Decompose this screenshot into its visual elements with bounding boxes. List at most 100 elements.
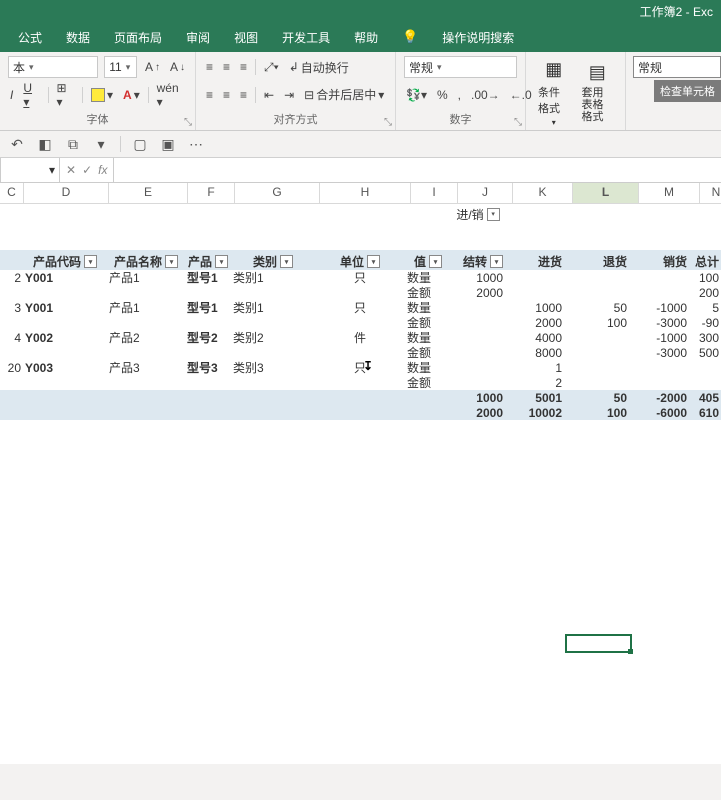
cell[interactable]: 类别3 bbox=[231, 359, 315, 376]
fx-icon[interactable]: fx bbox=[98, 163, 107, 177]
tell-me[interactable]: 操作说明搜索 bbox=[442, 29, 514, 46]
font-family-select[interactable]: 本▾ bbox=[8, 56, 98, 78]
cell[interactable]: 类别1 bbox=[231, 299, 315, 316]
formula-input[interactable] bbox=[113, 158, 721, 182]
qa-btn-4[interactable]: ▢ bbox=[131, 135, 149, 153]
italic-button[interactable]: I bbox=[8, 87, 15, 103]
qa-btn-3[interactable]: ▾ bbox=[92, 135, 110, 153]
cell[interactable]: 300 bbox=[689, 331, 721, 345]
filter-dropdown-icon[interactable]: ▾ bbox=[215, 255, 228, 268]
pivot-header-cell[interactable]: 退货 bbox=[564, 253, 629, 270]
filter-dropdown-icon[interactable]: ▾ bbox=[367, 255, 380, 268]
cell[interactable]: 产品1 bbox=[107, 269, 185, 286]
cell[interactable]: 5 bbox=[689, 301, 721, 315]
cell[interactable]: 100 bbox=[564, 406, 629, 420]
cell[interactable]: 2000 bbox=[451, 406, 505, 420]
cell[interactable]: 只 bbox=[315, 299, 405, 316]
underline-button[interactable]: U ▾ bbox=[21, 80, 41, 110]
cell[interactable]: 类别2 bbox=[231, 329, 315, 346]
qa-btn-5[interactable]: ▣ bbox=[159, 135, 177, 153]
incr-decimal-button[interactable]: .00→ bbox=[469, 87, 502, 103]
cell[interactable]: 610 bbox=[689, 406, 721, 420]
column-header[interactable]: G bbox=[235, 183, 320, 203]
cell[interactable]: 8000 bbox=[505, 346, 564, 360]
pivot-data-row[interactable]: 金额 2 bbox=[0, 375, 721, 390]
orientation-button[interactable]: ⤢▾ bbox=[262, 59, 281, 76]
qa-btn-1[interactable]: ◧ bbox=[36, 135, 54, 153]
cell[interactable]: 2000 bbox=[451, 286, 505, 300]
column-header[interactable]: C bbox=[0, 183, 24, 203]
fill-color-button[interactable]: ▾ bbox=[89, 87, 115, 103]
align-top-button[interactable]: ≡ bbox=[204, 59, 215, 75]
cell[interactable]: 10002 bbox=[505, 406, 564, 420]
cell[interactable]: 2 bbox=[505, 376, 564, 390]
cell[interactable]: -90 bbox=[689, 316, 721, 330]
cell[interactable]: 型号1 bbox=[185, 299, 231, 316]
qa-btn-more[interactable]: ⋯ bbox=[187, 135, 205, 153]
number-format-select[interactable]: 常规▾ bbox=[404, 56, 517, 78]
border-button[interactable]: ⊞ ▾ bbox=[55, 80, 77, 110]
dialog-launcher-icon[interactable]: ⤡ bbox=[384, 117, 392, 128]
cell[interactable]: 20 bbox=[0, 361, 23, 375]
column-header[interactable]: D bbox=[24, 183, 109, 203]
cell[interactable]: 405 bbox=[689, 391, 721, 405]
pivot-header-cell[interactable]: 产品代码▾ bbox=[23, 253, 107, 270]
cell[interactable]: 500 bbox=[689, 346, 721, 360]
tab-layout[interactable]: 页面布局 bbox=[114, 29, 162, 46]
worksheet[interactable]: 进/销▾产品代码▾产品名称▾产品▾类别▾单位▾值▾结转▾进货退货销货总计 2Y0… bbox=[0, 204, 721, 764]
cell[interactable]: -1000 bbox=[629, 301, 689, 315]
cell[interactable]: 1000 bbox=[451, 391, 505, 405]
table-format-button[interactable]: ▤ 套用 表格格式 bbox=[578, 61, 618, 123]
pivot-header-cell[interactable]: 产品名称▾ bbox=[107, 253, 185, 270]
cell[interactable]: Y001 bbox=[23, 301, 107, 315]
tab-formulas[interactable]: 公式 bbox=[18, 29, 42, 46]
filter-dropdown-icon[interactable]: ▾ bbox=[429, 255, 442, 268]
pivot-total-row[interactable]: 200010002100-6000610 bbox=[0, 405, 721, 420]
cell[interactable]: -3000 bbox=[629, 316, 689, 330]
pivot-header-cell[interactable]: 产品▾ bbox=[185, 253, 231, 270]
cell[interactable]: -2000 bbox=[629, 391, 689, 405]
pivot-total-row[interactable]: 1000500150-2000405 bbox=[0, 390, 721, 405]
column-header[interactable]: H bbox=[320, 183, 411, 203]
font-size-select[interactable]: 11▾ bbox=[104, 56, 137, 78]
cell[interactable]: 金额 bbox=[405, 374, 451, 391]
currency-button[interactable]: 💱▾ bbox=[404, 87, 429, 103]
cancel-icon[interactable]: ✕ bbox=[66, 163, 76, 177]
cell[interactable]: 1000 bbox=[505, 301, 564, 315]
tab-view[interactable]: 视图 bbox=[234, 29, 258, 46]
cell[interactable]: 型号3 bbox=[185, 359, 231, 376]
pivot-data-row[interactable]: 金额2000200 bbox=[0, 285, 721, 300]
pivot-data-row[interactable]: 金额2000100-3000-90 bbox=[0, 315, 721, 330]
increase-font-button[interactable]: A↑ bbox=[143, 59, 162, 75]
pivot-header-cell[interactable]: 单位▾ bbox=[315, 253, 405, 270]
column-header[interactable]: N bbox=[700, 183, 721, 203]
cell[interactable]: 1000 bbox=[451, 271, 505, 285]
cell[interactable]: 型号2 bbox=[185, 329, 231, 346]
decrease-font-button[interactable]: A↓ bbox=[168, 59, 187, 75]
cell[interactable]: 100 bbox=[564, 316, 629, 330]
cell[interactable]: 产品2 bbox=[107, 329, 185, 346]
cell[interactable]: 1 bbox=[505, 361, 564, 375]
cell[interactable]: -1000 bbox=[629, 331, 689, 345]
cell[interactable]: Y003 bbox=[23, 361, 107, 375]
cell[interactable]: -6000 bbox=[629, 406, 689, 420]
filter-dropdown-icon[interactable]: ▾ bbox=[280, 255, 293, 268]
percent-button[interactable]: % bbox=[435, 87, 450, 103]
cell[interactable]: 50 bbox=[564, 391, 629, 405]
column-header[interactable]: F bbox=[188, 183, 235, 203]
cell[interactable]: 只 bbox=[315, 359, 405, 376]
pivot-header-cell[interactable]: 结转▾ bbox=[451, 253, 505, 270]
filter-dropdown-icon[interactable]: ▾ bbox=[165, 255, 178, 268]
tab-review[interactable]: 审阅 bbox=[186, 29, 210, 46]
name-box[interactable]: ▾ bbox=[0, 158, 60, 182]
cell[interactable]: Y001 bbox=[23, 271, 107, 285]
wrap-text-button[interactable]: ↲ 自动换行 bbox=[287, 58, 351, 77]
cell[interactable]: 只 bbox=[315, 269, 405, 286]
cell[interactable]: 200 bbox=[689, 286, 721, 300]
merge-center-button[interactable]: ⊟ 合并后居中 ▾ bbox=[302, 85, 386, 104]
decr-indent-button[interactable]: ⇤ bbox=[262, 87, 276, 103]
tab-data[interactable]: 数据 bbox=[66, 29, 90, 46]
comma-style-button[interactable]: , bbox=[456, 87, 463, 103]
font-color-button[interactable]: A▾ bbox=[121, 87, 142, 103]
pivot-data-row[interactable]: 金额8000-3000500 bbox=[0, 345, 721, 360]
